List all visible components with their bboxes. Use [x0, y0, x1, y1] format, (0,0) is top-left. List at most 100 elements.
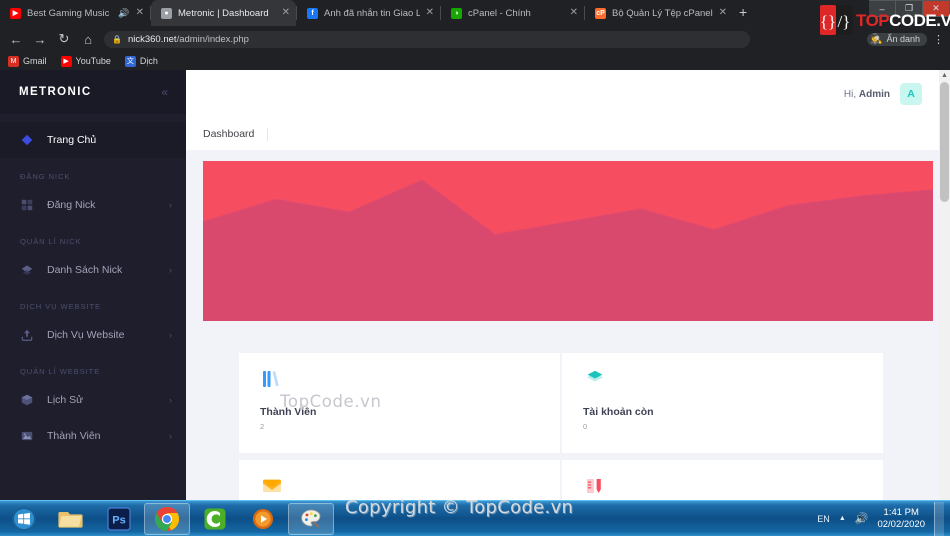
- bookmark-item[interactable]: ▶ YouTube: [60, 55, 111, 67]
- browser-tab[interactable]: ◑ cPanel - Chính ✕: [441, 0, 584, 26]
- page-viewport: METRONIC « Trang Chủ ĐĂNG NICK Đăng Nick › Q…: [0, 70, 950, 500]
- tab-title: Metronic | Dashboard: [178, 7, 269, 19]
- area-chart-svg: [203, 179, 933, 321]
- facebook-icon: f: [307, 7, 318, 19]
- books-icon: [260, 371, 284, 395]
- topcode-word-1: TOP: [856, 10, 890, 30]
- svg-text:/}: /}: [838, 12, 851, 31]
- taskbar-photoshop-icon[interactable]: Ps: [96, 503, 142, 535]
- volume-icon[interactable]: 🔊: [855, 512, 869, 525]
- stat-card[interactable]: Số lượt đã quay 5: [239, 460, 560, 500]
- sidebar-item-dịch-vụ-website[interactable]: Dịch Vụ Website ›: [0, 317, 186, 353]
- forward-icon[interactable]: →: [28, 27, 52, 51]
- youtube-icon: ▶: [10, 7, 21, 19]
- greeting-prefix: Hi,: [843, 88, 857, 100]
- upload-icon: [20, 328, 34, 342]
- stat-card-value: 0: [583, 422, 588, 431]
- tray-expand-icon[interactable]: ▲: [839, 515, 846, 522]
- stat-card-row-1: Thành Viên 2 Tài khoản còn 0: [239, 353, 883, 453]
- browser-tab[interactable]: f Anh đã nhắn tin Giao Luu - Cod ✕: [297, 0, 440, 26]
- clock-time: 1:41 PM: [883, 506, 919, 518]
- sidebar-section-header: ĐĂNG NICK: [20, 172, 71, 181]
- svg-text:Ps: Ps: [112, 514, 125, 526]
- tab-title: Bộ Quản Lý Tệp cPanel v3: [612, 7, 713, 19]
- globe-icon: ●: [161, 7, 172, 19]
- chevron-right-icon: ›: [169, 431, 172, 441]
- taskbar-explorer-icon[interactable]: [48, 503, 94, 535]
- cpanel-green-icon: ◑: [451, 7, 462, 19]
- home-icon[interactable]: ⌂: [76, 27, 100, 51]
- browser-tab[interactable]: cP Bộ Quản Lý Tệp cPanel v3 ✕: [585, 0, 733, 26]
- browser-chrome: ▶ Best Gaming Music Mix 202 🔊 ✕ ● Metronic | …: [0, 0, 950, 70]
- topcode-logo: {} /} TOPCODE.VN: [820, 3, 950, 37]
- bookmark-item[interactable]: M Gmail: [8, 55, 47, 67]
- topcode-mark-icon: {} /}: [820, 3, 854, 37]
- clock[interactable]: 1:41 PM 02/02/2020: [877, 507, 925, 531]
- tab-close-icon[interactable]: ✕: [570, 8, 578, 18]
- stat-card-title: Tài khoản còn: [583, 406, 654, 418]
- scroll-up-arrow-icon[interactable]: ▲: [939, 70, 950, 81]
- sidebar-item-label: Lịch Sử: [47, 394, 84, 406]
- sidebar-section-header: DỊCH VỤ WEBSITE: [20, 302, 102, 311]
- address-bar[interactable]: 🔒 nick360.net/admin/index.php: [104, 30, 750, 48]
- tab-title: Best Gaming Music Mix 202: [27, 7, 110, 19]
- tab-close-icon[interactable]: ✕: [719, 8, 727, 18]
- sidebar-item-trang-chủ[interactable]: Trang Chủ: [0, 122, 186, 158]
- address-bar-text: nick360.net/admin/index.php: [128, 34, 249, 45]
- chevron-right-icon: ›: [169, 265, 172, 275]
- chevron-right-icon: ›: [169, 330, 172, 340]
- bookmark-label: YouTube: [75, 56, 111, 66]
- sidebar-item-danh-sách-nick[interactable]: Danh Sách Nick ›: [0, 252, 186, 288]
- sidebar-item-label: Đăng Nick: [47, 199, 96, 211]
- sidebar-section-header: QUẢN LÍ NICK: [20, 237, 82, 246]
- avatar[interactable]: A: [900, 83, 922, 105]
- reload-icon[interactable]: ↻: [52, 27, 76, 51]
- stat-card[interactable]: Tổng doanh thu 0: [562, 460, 883, 500]
- sidebar-item-đăng-nick[interactable]: Đăng Nick ›: [0, 187, 186, 223]
- taskbar-paint-icon[interactable]: [288, 502, 334, 535]
- tab-close-icon[interactable]: ✕: [136, 8, 144, 18]
- page-scrollbar[interactable]: ▲: [939, 70, 950, 500]
- chevron-right-icon: ›: [169, 200, 172, 210]
- tab-close-icon[interactable]: ✕: [426, 8, 434, 18]
- url-domain: nick360.net: [127, 33, 177, 45]
- show-desktop-button[interactable]: [934, 501, 944, 536]
- scrollbar-thumb[interactable]: [940, 82, 949, 202]
- stat-card[interactable]: Thành Viên 2: [239, 353, 560, 453]
- bookmark-item[interactable]: 文 Dịch: [124, 55, 158, 67]
- breadcrumb: Dashboard: [186, 118, 950, 150]
- tab-close-icon[interactable]: ✕: [282, 8, 290, 18]
- new-tab-button[interactable]: +: [733, 4, 753, 22]
- sidebar-nav: Trang Chủ ĐĂNG NICK Đăng Nick › QUẢN LÍ NICK…: [0, 114, 186, 454]
- svg-text:{}: {}: [820, 12, 836, 31]
- back-icon[interactable]: ←: [4, 27, 28, 51]
- sidebar-item-label: Danh Sách Nick: [47, 264, 123, 276]
- page-title: Dashboard: [203, 128, 255, 140]
- url-path: /admin/index.php: [176, 33, 249, 45]
- tab-mute-icon[interactable]: 🔊: [118, 8, 129, 19]
- taskbar-camtasia-icon[interactable]: [192, 503, 238, 535]
- sidebar-item-lịch-sử[interactable]: Lịch Sử ›: [0, 382, 186, 418]
- taskbar-chrome-icon[interactable]: [144, 502, 190, 535]
- brand-logo: METRONIC: [19, 86, 92, 98]
- stat-card[interactable]: Tài khoản còn 0: [562, 353, 883, 453]
- start-button[interactable]: [0, 502, 48, 536]
- taskbar-media-player-icon[interactable]: [240, 503, 286, 535]
- chevron-double-left-icon[interactable]: «: [161, 85, 168, 99]
- ruler-pen-icon: [583, 479, 607, 500]
- stat-card-title: Thành Viên: [260, 406, 317, 418]
- browser-tab[interactable]: ▶ Best Gaming Music Mix 202 🔊 ✕: [0, 0, 150, 26]
- chevron-right-icon: ›: [169, 395, 172, 405]
- card-row-gap: [239, 453, 883, 460]
- topbar: Hi, Admin A: [186, 70, 950, 118]
- taskbar-items: Ps: [48, 502, 334, 535]
- language-indicator[interactable]: EN: [817, 514, 830, 524]
- browser-tab[interactable]: ● Metronic | Dashboard ✕: [151, 0, 296, 26]
- breadcrumb-divider: [267, 127, 269, 141]
- sidebar-item-thành-viên[interactable]: Thành Viên ›: [0, 418, 186, 454]
- diamond-icon: [20, 133, 34, 147]
- stat-card-row-2: Số lượt đã quay 5 Tổng doanh thu: [239, 460, 883, 500]
- greeting: Hi, Admin: [844, 89, 890, 100]
- bookmark-label: Dịch: [139, 56, 158, 66]
- sidebar-section-header: QUẢN LÍ WEBSITE: [20, 367, 101, 376]
